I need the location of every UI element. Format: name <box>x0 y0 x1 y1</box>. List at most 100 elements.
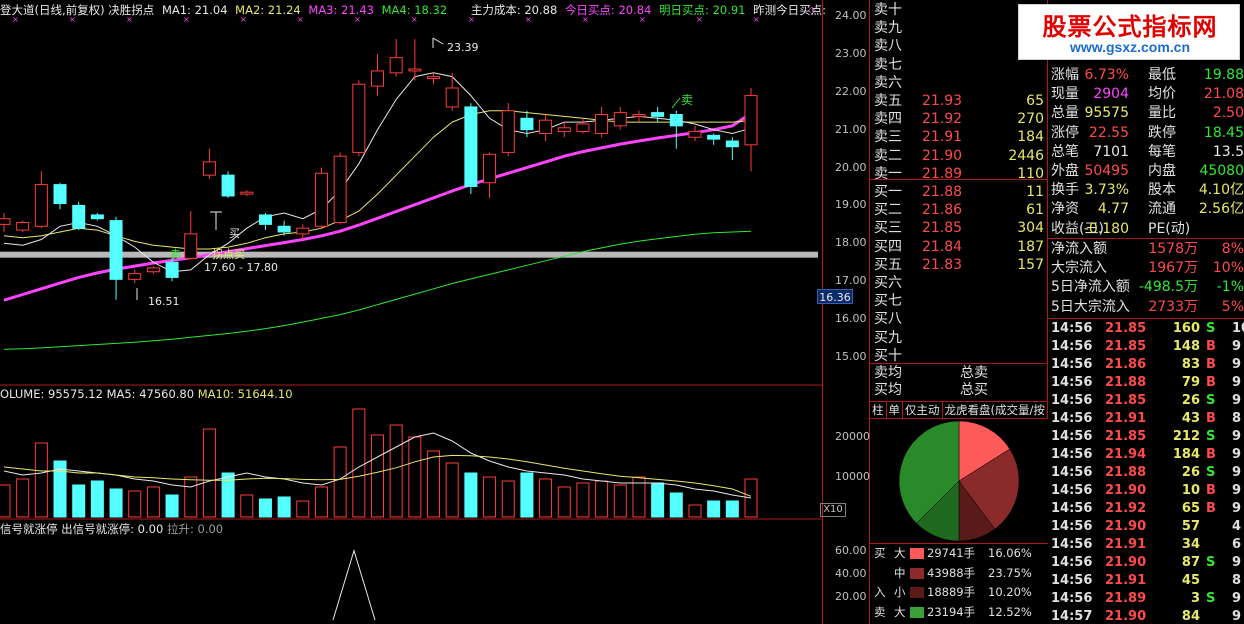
level-label: 卖一 <box>874 165 902 182</box>
level-label: 买七 <box>874 293 902 310</box>
signal-tick: 20.00 <box>835 589 867 603</box>
high-marker-arrow <box>432 37 444 45</box>
tomorrow-buy-label: 明日买点: 20.91 <box>659 3 746 17</box>
sell-level-row: 卖六 <box>870 74 1048 93</box>
tick-direction: B <box>1206 357 1216 372</box>
watermark-logo: 股票公式指标网 www.gsxz.com.cn <box>1018 4 1240 60</box>
signal-tick: 40.00 <box>835 566 867 580</box>
sell-marker-arrow <box>671 97 681 109</box>
level-label: 卖八 <box>874 38 902 55</box>
level-price: 21.89 <box>922 165 963 182</box>
tick-row: 14:56 21.85 212 S 9 <box>1048 428 1244 446</box>
price-tick: 18.00 <box>835 236 867 250</box>
level-volume: 11 <box>1026 184 1044 200</box>
candle-body <box>221 174 235 197</box>
quote-value: 50495 <box>1084 163 1129 179</box>
tick-volume: 57 <box>1181 519 1200 534</box>
flow-tab[interactable]: 单 <box>887 402 903 418</box>
quote-label: 换手 <box>1051 182 1079 199</box>
candle-body <box>595 114 609 134</box>
sell-mark-label-2: 卖 <box>681 93 693 107</box>
legend-percent: 23.75% <box>988 565 1032 580</box>
buy-point-label: 拐点买 <box>212 247 245 261</box>
ma4-label: MA4: 18.32 <box>381 3 448 17</box>
quote-row: 涨幅 6.73% 最低 19.88 <box>1048 66 1244 85</box>
tick-list[interactable]: 14:56 21.85 160 S 10 14:56 21.85 148 B 9 14:56 21.8… <box>1048 318 1244 624</box>
volume-label: OLUME: 95575.12 <box>0 387 103 401</box>
buy-level-row: 买四 21.84 187 <box>870 238 1048 257</box>
tick-volume: 65 <box>1181 501 1200 516</box>
flow-tab[interactable]: 柱 <box>870 402 887 418</box>
volume-bar <box>576 482 590 518</box>
tick-direction: B <box>1206 501 1216 516</box>
tick-row: 14:56 21.90 87 S 9 <box>1048 554 1244 572</box>
legend-side: 入 <box>874 585 886 599</box>
level-label: 卖五 <box>874 93 902 109</box>
quote-value: 3.73% <box>1084 182 1129 199</box>
level-price: 21.93 <box>922 93 963 109</box>
legend-side: 卖 <box>874 604 886 619</box>
flow-row: 大宗流入 1967万 10% <box>1048 259 1244 278</box>
tick-volume: 184 <box>1172 447 1200 462</box>
price-tick: 21.00 <box>835 122 867 136</box>
tick-direction: S <box>1206 321 1216 336</box>
tick-price: 21.90 <box>1105 609 1147 624</box>
tick-row: 14:56 21.88 26 S 9 <box>1048 464 1244 482</box>
tick-time: 14:56 <box>1051 483 1093 498</box>
candle-body <box>258 214 272 225</box>
tick-count: 9 <box>1232 357 1242 372</box>
tick-count: 9 <box>1232 501 1242 516</box>
flow-tab[interactable]: 仅主动 <box>903 402 943 418</box>
quote-label-2: 内盘 <box>1148 163 1176 179</box>
tick-count: 8 <box>1232 573 1242 588</box>
flow-label: 5日大宗流入 <box>1051 298 1130 315</box>
candle-body <box>296 227 310 235</box>
flow-tab[interactable]: 龙虎看盘(成交量/按 <box>943 402 1048 418</box>
legend-swatch <box>910 548 924 559</box>
price-axis: 24.00 23.00 22.00 21.00 20.00 19.00 18.00 17.00… <box>822 0 870 624</box>
tick-price: 21.88 <box>1105 375 1147 390</box>
ma1-label: MA1: 21.04 <box>161 3 228 17</box>
quote-label: 净资 <box>1051 201 1079 218</box>
tick-count: 9 <box>1232 375 1242 390</box>
tick-count: 9 <box>1232 339 1242 354</box>
tick-time: 14:56 <box>1051 501 1093 516</box>
flow-pie-chart <box>870 419 1048 543</box>
volume-bar <box>202 428 216 518</box>
candle-body <box>371 70 384 87</box>
sell-mark-label: 卖 <box>170 248 181 261</box>
tick-count: 8 <box>1232 411 1242 426</box>
volume-bar <box>34 442 48 518</box>
quote-row: 净资 4.77 流通 2.56亿 <box>1048 200 1244 219</box>
flow-row: 5日净流入额 -498.5万 -1% <box>1048 278 1244 297</box>
candle-body <box>613 112 627 127</box>
ma2-label: MA2: 21.24 <box>235 3 301 17</box>
candle-body <box>632 114 646 117</box>
level-label: 买八 <box>874 311 902 328</box>
flow-legend-row: 买大 29741手 16.06% <box>870 544 1048 563</box>
quote-label: 现量 <box>1051 86 1079 103</box>
tick-time: 14:56 <box>1051 591 1093 606</box>
tick-count: 9 <box>1232 429 1242 444</box>
volume-bar <box>427 450 441 518</box>
volume-bar <box>483 476 497 518</box>
legend-percent: 10.20% <box>988 585 1032 599</box>
tick-count: 6 <box>1232 537 1242 552</box>
signal-header: 信号就涨停 出信号就涨停: 0.00 拉升: 0.00 <box>0 521 223 537</box>
order-book-divider <box>870 179 1048 180</box>
volume-scale-button[interactable]: X10 <box>820 503 846 517</box>
candle-body <box>501 110 515 153</box>
range-label: 17.60 - 17.80 <box>204 261 278 274</box>
candle-body <box>146 267 160 273</box>
candle-body <box>651 112 665 117</box>
level-price: 21.92 <box>922 111 963 128</box>
tick-volume: 160 <box>1172 321 1200 336</box>
tick-row: 14:56 21.86 83 B 9 <box>1048 356 1244 374</box>
tick-time: 14:56 <box>1051 447 1093 462</box>
legend-volume: 18889手 <box>927 585 976 599</box>
level-volume: 65 <box>1026 93 1044 109</box>
volume-bar <box>90 480 104 518</box>
tick-price: 21.91 <box>1105 411 1147 426</box>
price-tick: 15.00 <box>835 350 867 363</box>
tick-row: 14:56 21.94 184 B 9 <box>1048 446 1244 464</box>
